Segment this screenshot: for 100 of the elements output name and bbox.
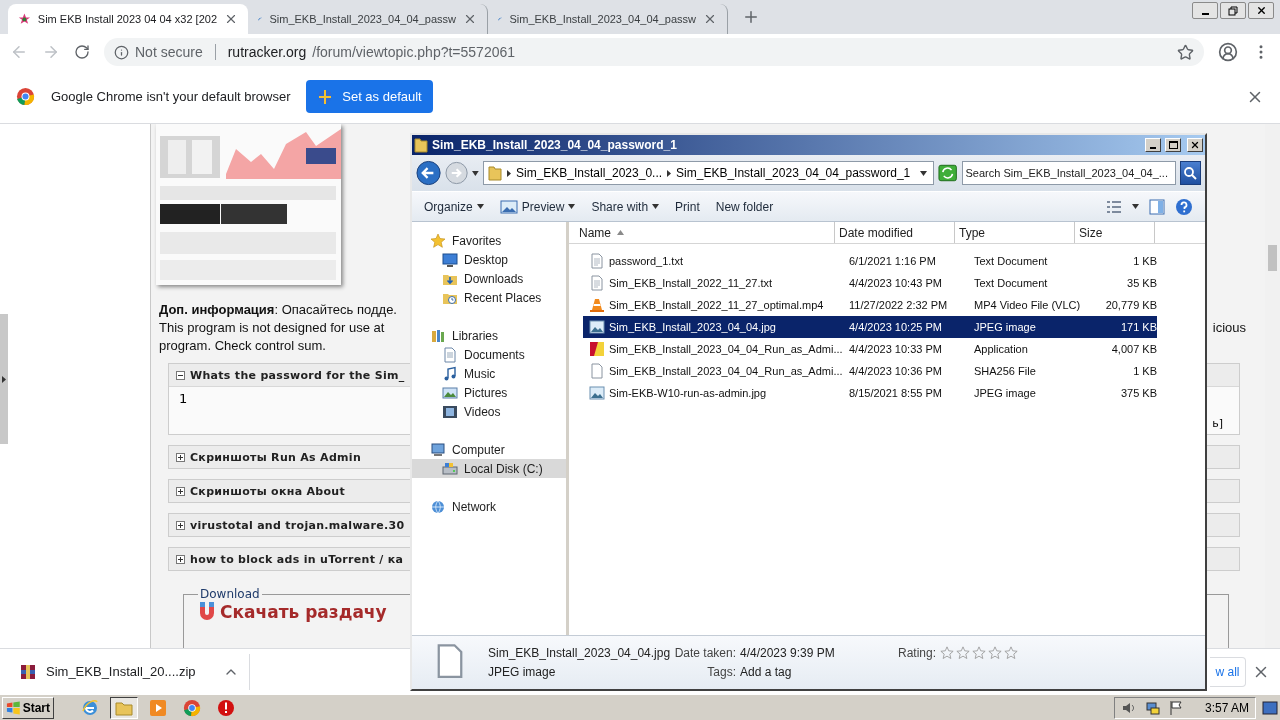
close-button[interactable] xyxy=(1248,2,1274,19)
file-row[interactable]: Sim-EKB-W10-run-as-admin.jpg 8/15/2021 8:55 PM JPEG image 375 KB xyxy=(583,382,1157,404)
file-row[interactable]: password_1.txt 6/1/2021 1:16 PM Text Document 1 KB xyxy=(583,250,1157,272)
new-tab-icon[interactable] xyxy=(742,8,760,26)
expand-icon[interactable] xyxy=(176,486,185,496)
bookmark-star-icon[interactable] xyxy=(1177,43,1194,61)
show-all-button[interactable]: w all xyxy=(1210,656,1246,687)
expand-icon[interactable] xyxy=(176,554,185,564)
search-field[interactable]: Search Sim_EKB_Install_2023_04_04_... xyxy=(961,161,1176,185)
flag-icon[interactable] xyxy=(1168,699,1183,716)
taskbar-app[interactable] xyxy=(110,696,138,719)
folder-icon xyxy=(115,699,133,716)
nav-item[interactable]: Libraries xyxy=(412,326,566,345)
nav-item[interactable]: Downloads xyxy=(412,269,566,288)
detail-value: 4/4/2023 9:39 PM xyxy=(740,646,836,660)
info-icon[interactable] xyxy=(114,44,129,60)
set-default-button[interactable]: Set as default xyxy=(306,80,434,113)
folder-icon xyxy=(414,137,428,153)
close-icon xyxy=(1190,140,1200,150)
view-list-icon[interactable] xyxy=(1106,199,1122,214)
reload-icon[interactable] xyxy=(74,44,90,60)
scrollbar-thumb[interactable] xyxy=(1268,245,1277,271)
column-header[interactable]: Date modified xyxy=(835,222,955,243)
network-icon[interactable] xyxy=(1144,699,1161,716)
nav-item[interactable]: Music xyxy=(412,364,566,383)
spoiler-title[interactable]: virustotal and trojan.malware.30 xyxy=(190,518,405,532)
download-item[interactable]: Sim_EKB_Install_20....zip xyxy=(20,653,250,690)
spoiler-title[interactable]: Whats the password for the Sim_ xyxy=(190,368,405,382)
toolbar-button[interactable]: Organize xyxy=(418,194,490,219)
close-icon[interactable] xyxy=(703,12,717,26)
nav-item[interactable]: Documents xyxy=(412,345,566,364)
column-header[interactable]: Type xyxy=(955,222,1075,243)
help-icon[interactable] xyxy=(1175,197,1193,216)
nav-item[interactable]: Videos xyxy=(412,402,566,421)
file-row[interactable]: Sim_EKB_Install_2023_04_04_Run_as_Admi... 4/4/2023 10:33 PM Application 4,007 KB xyxy=(583,338,1157,360)
file-row[interactable]: Sim_EKB_Install_2022_11_27_optimal.mp4 11/27/2022 2:32 PM MP4 Video File (VLC) 20,779 KB xyxy=(583,294,1157,316)
close-icon[interactable] xyxy=(463,12,477,26)
toolbar-button[interactable]: New folder xyxy=(709,194,780,219)
expand-icon[interactable] xyxy=(176,452,185,462)
nav-item[interactable]: Computer xyxy=(412,440,566,459)
table-cell-text: 20,779 KB xyxy=(1104,299,1157,311)
nav-item[interactable]: Local Disk (C:) xyxy=(412,459,566,478)
start-button[interactable]: Start xyxy=(2,696,54,719)
expand-icon[interactable] xyxy=(176,520,185,530)
breadcrumb-bar[interactable]: Sim_EKB_Install_2023_0... Sim_EKB_Install_2023_04_04_password_1 xyxy=(482,161,935,185)
restore-button[interactable] xyxy=(1220,2,1246,19)
nav-item[interactable]: Favorites xyxy=(412,231,566,250)
file-name: password_1.txt xyxy=(609,255,683,267)
search-button[interactable] xyxy=(1179,161,1201,185)
file-name: Sim_EKB_Install_2023_04_04_Run_as_Admi... xyxy=(609,343,843,355)
show-desktop-icon[interactable] xyxy=(1262,700,1278,715)
network-icon xyxy=(430,498,446,515)
profile-icon[interactable] xyxy=(1218,42,1238,62)
minimize-button[interactable] xyxy=(1192,2,1218,19)
browser-tab[interactable]: Sim EKB Install 2023 04 04 x32 [202 xyxy=(8,4,248,34)
breadcrumb[interactable]: Sim_EKB_Install_2023_04_04_password_1 xyxy=(676,166,911,180)
toolbar-button[interactable]: Preview xyxy=(493,194,582,219)
column-header[interactable]: Size xyxy=(1075,222,1155,243)
clock[interactable]: 3:57 AM xyxy=(1204,700,1249,715)
refresh-icon[interactable] xyxy=(938,164,958,182)
file-row[interactable]: Sim_EKB_Install_2022_11_27.txt 4/4/2023 10:43 PM Text Document 35 KB xyxy=(583,272,1157,294)
address-bar[interactable]: Not secure rutracker.org /forum/viewtopic.php?t=5572061 xyxy=(104,38,1204,66)
spoiler-title[interactable]: Скриншоты Run As Admin xyxy=(190,450,361,464)
nav-item[interactable]: Desktop xyxy=(412,250,566,269)
file-row[interactable]: Sim_EKB_Install_2023_04_04_Run_as_Admi... 4/4/2023 10:36 PM SHA256 File 1 KB xyxy=(583,360,1157,382)
download-link[interactable]: Скачать раздачу xyxy=(198,601,387,623)
close-icon[interactable] xyxy=(224,12,238,26)
toolbar-button[interactable]: Share with xyxy=(585,194,666,219)
picture-icon xyxy=(442,384,458,401)
preview-icon xyxy=(499,198,518,215)
star-icon[interactable] xyxy=(972,646,986,660)
maximize-button[interactable] xyxy=(1165,138,1181,152)
restore-icon xyxy=(1228,5,1238,16)
back-icon[interactable] xyxy=(416,160,442,186)
library-icon xyxy=(430,327,446,344)
star-icon[interactable] xyxy=(956,646,970,660)
file-name: Sim_EKB_Install_2023_04_04_Run_as_Admi... xyxy=(609,365,843,377)
breadcrumb[interactable]: Sim_EKB_Install_2023_0... xyxy=(515,166,663,180)
file-row[interactable]: Sim_EKB_Install_2023_04_04.jpg 4/4/2023 10:25 PM JPEG image 171 KB xyxy=(583,316,1157,338)
column-header[interactable]: Name xyxy=(569,222,835,243)
browser-e-icon xyxy=(81,698,99,717)
detail-value[interactable]: Add a tag xyxy=(740,665,888,679)
scrollbar[interactable] xyxy=(1265,124,1280,648)
star-icon[interactable] xyxy=(940,646,954,660)
nav-item[interactable]: Pictures xyxy=(412,383,566,402)
spoiler-title[interactable]: how to block ads in uTorrent / ка xyxy=(190,552,404,566)
collapse-icon[interactable] xyxy=(176,370,185,380)
side-panel-handle[interactable] xyxy=(0,314,8,444)
blank-file-icon xyxy=(589,363,605,379)
table-cell-text: 4/4/2023 10:33 PM xyxy=(849,343,943,355)
nav-item[interactable]: Network xyxy=(412,497,566,516)
star-icon[interactable] xyxy=(1004,646,1018,660)
detail-name: Sim_EKB_Install_2023_04_04.jpg xyxy=(488,646,670,660)
alert-icon xyxy=(217,698,235,717)
history-caret-icon xyxy=(472,170,479,176)
dropdown-caret-icon xyxy=(920,170,928,176)
star-icon[interactable] xyxy=(988,646,1002,660)
spoiler-title[interactable]: Скриншоты окна About xyxy=(190,484,346,498)
toolbar-button[interactable]: Print xyxy=(669,194,706,219)
nav-item[interactable]: Recent Places xyxy=(412,288,566,307)
